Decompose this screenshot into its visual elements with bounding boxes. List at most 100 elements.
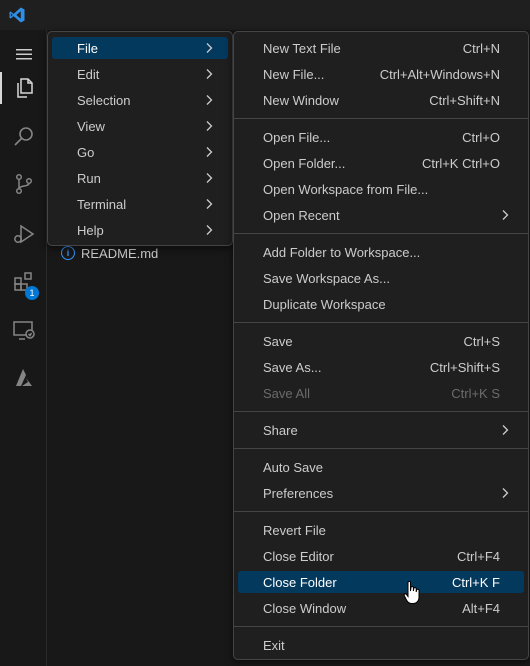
- menu-file[interactable]: File: [52, 37, 228, 59]
- chevron-right-icon: [206, 173, 213, 183]
- shortcut-label: Ctrl+N: [462, 40, 500, 56]
- shortcut-label: Ctrl+Shift+S: [429, 359, 500, 375]
- menu-file-label: File: [77, 40, 98, 56]
- chevron-right-icon: [206, 121, 213, 131]
- chevron-right-icon: [206, 147, 213, 157]
- info-file-icon: i: [61, 246, 75, 260]
- chevron-right-icon: [206, 95, 213, 105]
- menu-item-add-folder[interactable]: Add Folder to Workspace...: [238, 241, 524, 263]
- menu-item-new-file[interactable]: New File... Ctrl+Alt+Windows+N: [238, 63, 524, 85]
- menu-item-label: Preferences: [263, 485, 334, 501]
- menu-run[interactable]: Run: [52, 167, 228, 189]
- menu-item-close-folder[interactable]: Close Folder Ctrl+K F: [238, 571, 524, 593]
- menu-item-label: Open Workspace from File...: [263, 181, 429, 197]
- vscode-logo-icon[interactable]: [8, 6, 26, 24]
- menu-separator: [234, 411, 528, 412]
- hand-cursor-icon: [403, 581, 420, 604]
- azure-icon[interactable]: [0, 356, 47, 400]
- file-item-readme[interactable]: i README.md: [61, 243, 158, 263]
- menu-edit-label: Edit: [77, 66, 100, 82]
- menu-item-label: Close Folder: [263, 574, 337, 590]
- chevron-right-icon: [206, 199, 213, 209]
- menu-item-save-workspace-as[interactable]: Save Workspace As...: [238, 267, 524, 289]
- source-control-icon[interactable]: [0, 162, 47, 206]
- activity-bar: 1: [0, 30, 47, 666]
- menubar-dropdown: File Edit Selection View Go Run Terminal…: [47, 31, 233, 246]
- menu-separator: [234, 233, 528, 234]
- menu-item-label: Close Window: [263, 600, 347, 616]
- chevron-right-icon: [502, 425, 509, 435]
- chevron-right-icon: [206, 69, 213, 79]
- menu-item-label: Open Folder...: [263, 155, 346, 171]
- menu-help[interactable]: Help: [52, 219, 228, 241]
- menu-go[interactable]: Go: [52, 141, 228, 163]
- menu-separator: [234, 448, 528, 449]
- menu-item-label: Save: [263, 333, 293, 349]
- menu-item-save-all: Save All Ctrl+K S: [238, 382, 524, 404]
- chevron-right-icon: [206, 43, 213, 53]
- menu-item-label: New Window: [263, 92, 339, 108]
- menu-item-open-folder[interactable]: Open Folder... Ctrl+K Ctrl+O: [238, 152, 524, 174]
- menu-item-close-editor[interactable]: Close Editor Ctrl+F4: [238, 545, 524, 567]
- menu-item-new-window[interactable]: New Window Ctrl+Shift+N: [238, 89, 524, 111]
- menu-terminal[interactable]: Terminal: [52, 193, 228, 215]
- menu-item-save[interactable]: Save Ctrl+S: [238, 330, 524, 352]
- extensions-badge: 1: [25, 286, 39, 300]
- chevron-right-icon: [502, 210, 509, 220]
- menu-terminal-label: Terminal: [77, 196, 127, 212]
- chevron-right-icon: [502, 488, 509, 498]
- shortcut-label: Ctrl+S: [463, 333, 500, 349]
- menu-item-open-file[interactable]: Open File... Ctrl+O: [238, 126, 524, 148]
- shortcut-label: Ctrl+K F: [451, 574, 500, 590]
- menu-item-label: New Text File: [263, 40, 341, 56]
- menu-item-label: Duplicate Workspace: [263, 296, 386, 312]
- search-icon[interactable]: [0, 114, 47, 158]
- menu-separator: [234, 118, 528, 119]
- menu-item-open-recent[interactable]: Open Recent: [238, 204, 524, 226]
- menu-item-label: Save As...: [263, 359, 322, 375]
- shortcut-label: Ctrl+F4: [457, 548, 500, 564]
- shortcut-label: Ctrl+Alt+Windows+N: [379, 66, 500, 82]
- title-bar: [0, 0, 530, 30]
- menu-item-share[interactable]: Share: [238, 419, 524, 441]
- menu-edit[interactable]: Edit: [52, 63, 228, 85]
- menu-item-label: Exit: [263, 637, 285, 653]
- explorer-icon[interactable]: [0, 66, 47, 110]
- menu-view[interactable]: View: [52, 115, 228, 137]
- shortcut-label: Ctrl+Shift+N: [429, 92, 500, 108]
- menu-item-label: Add Folder to Workspace...: [263, 244, 421, 260]
- menu-item-close-window[interactable]: Close Window Alt+F4: [238, 597, 524, 619]
- menu-selection-label: Selection: [77, 92, 131, 108]
- run-debug-icon[interactable]: [0, 212, 47, 256]
- remote-explorer-icon[interactable]: [0, 308, 47, 352]
- menu-item-revert-file[interactable]: Revert File: [238, 519, 524, 541]
- menu-separator: [234, 322, 528, 323]
- shortcut-label: Ctrl+K S: [451, 385, 500, 401]
- menu-item-label: Open Recent: [263, 207, 340, 223]
- shortcut-label: Alt+F4: [462, 600, 500, 616]
- menu-item-label: New File...: [263, 66, 325, 82]
- shortcut-label: Ctrl+O: [462, 129, 500, 145]
- menu-item-exit[interactable]: Exit: [238, 634, 524, 656]
- menu-item-new-text-file[interactable]: New Text File Ctrl+N: [238, 37, 524, 59]
- shortcut-label: Ctrl+K Ctrl+O: [421, 155, 500, 171]
- file-submenu: New Text File Ctrl+N New File... Ctrl+Al…: [233, 31, 529, 660]
- menu-item-label: Save Workspace As...: [263, 270, 390, 286]
- menu-item-label: Save All: [263, 385, 310, 401]
- menu-separator: [234, 626, 528, 627]
- menu-item-save-as[interactable]: Save As... Ctrl+Shift+S: [238, 356, 524, 378]
- menu-run-label: Run: [77, 170, 101, 186]
- menu-item-preferences[interactable]: Preferences: [238, 482, 524, 504]
- extensions-icon[interactable]: 1: [0, 260, 47, 304]
- menu-item-label: Close Editor: [263, 548, 334, 564]
- menu-item-label: Share: [263, 422, 298, 438]
- menu-item-auto-save[interactable]: Auto Save: [238, 456, 524, 478]
- file-name: README.md: [81, 245, 159, 261]
- menu-item-label: Auto Save: [263, 459, 323, 475]
- menu-help-label: Help: [77, 222, 104, 238]
- menu-selection[interactable]: Selection: [52, 89, 228, 111]
- menu-item-label: Revert File: [263, 522, 326, 538]
- menu-item-duplicate-workspace[interactable]: Duplicate Workspace: [238, 293, 524, 315]
- menu-item-label: Open File...: [263, 129, 331, 145]
- menu-item-open-workspace[interactable]: Open Workspace from File...: [238, 178, 524, 200]
